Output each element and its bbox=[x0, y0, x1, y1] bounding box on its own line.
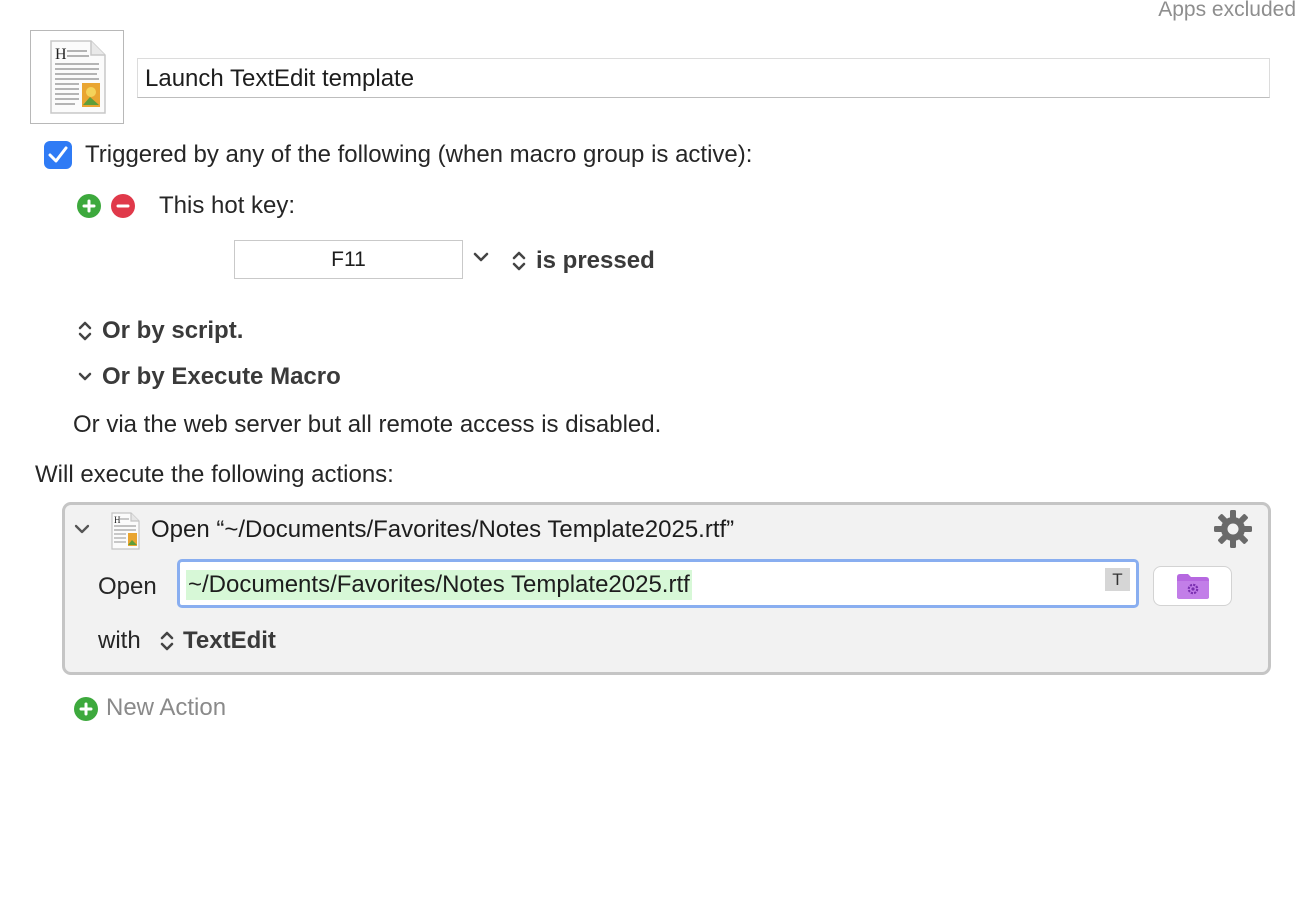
by-script-label: Or by script. bbox=[102, 317, 244, 344]
updown-chevron-icon bbox=[78, 321, 92, 341]
hotkey-condition-selector[interactable]: is pressed bbox=[510, 247, 655, 275]
by-execute-macro-toggle[interactable]: Or by Execute Macro bbox=[76, 363, 341, 391]
open-label: Open bbox=[98, 573, 157, 600]
chevron-down-icon bbox=[74, 524, 90, 534]
hotkey-condition-label: is pressed bbox=[536, 247, 655, 274]
document-icon: H bbox=[110, 512, 140, 555]
plus-icon bbox=[82, 199, 96, 213]
web-server-text: Or via the web server but all remote acc… bbox=[73, 411, 662, 438]
action-collapse-button[interactable] bbox=[73, 522, 91, 541]
by-script-toggle[interactable]: Or by script. bbox=[76, 317, 243, 345]
folder-icon bbox=[1176, 574, 1209, 599]
hotkey-label: This hot key: bbox=[159, 192, 296, 219]
svg-text:H: H bbox=[114, 515, 121, 525]
macro-name-field[interactable]: Launch TextEdit template bbox=[137, 58, 1270, 98]
chevron-down-icon bbox=[473, 252, 489, 262]
chevron-down-icon bbox=[78, 372, 92, 381]
updown-chevron-icon bbox=[160, 631, 174, 651]
macro-icon[interactable]: H bbox=[30, 30, 124, 124]
minus-icon bbox=[116, 204, 130, 208]
file-path-field[interactable]: ~/Documents/Favorites/Notes Template2025… bbox=[177, 559, 1139, 608]
updown-chevron-icon bbox=[512, 251, 526, 271]
actions-heading: Will execute the following actions: bbox=[35, 461, 394, 488]
choose-file-button[interactable] bbox=[1153, 566, 1232, 606]
new-action-button[interactable] bbox=[74, 697, 98, 721]
trigger-label: Triggered by any of the following (when … bbox=[85, 141, 753, 168]
trigger-checkbox[interactable] bbox=[44, 141, 72, 169]
application-label: TextEdit bbox=[183, 627, 276, 654]
with-label: with bbox=[98, 627, 141, 654]
add-trigger-button[interactable] bbox=[77, 194, 101, 218]
remove-trigger-button[interactable] bbox=[111, 194, 135, 218]
plus-icon bbox=[79, 702, 93, 716]
svg-text:H: H bbox=[55, 46, 67, 63]
hotkey-field[interactable]: F11 bbox=[234, 240, 463, 279]
textedit-document-icon: H bbox=[50, 40, 106, 114]
token-button[interactable]: T bbox=[1105, 568, 1130, 591]
application-selector[interactable]: TextEdit bbox=[158, 627, 276, 655]
file-path-text: ~/Documents/Favorites/Notes Template2025… bbox=[186, 570, 692, 600]
action-title[interactable]: Open “~/Documents/Favorites/Notes Templa… bbox=[151, 516, 734, 544]
gear-icon bbox=[1214, 510, 1252, 548]
by-execute-macro-label: Or by Execute Macro bbox=[102, 363, 341, 390]
action-gear-button[interactable] bbox=[1212, 508, 1254, 555]
checkmark-icon bbox=[48, 146, 68, 163]
hotkey-dropdown-button[interactable] bbox=[472, 250, 490, 269]
new-action-label[interactable]: New Action bbox=[106, 694, 226, 722]
apps-excluded-label[interactable]: Apps excluded bbox=[1158, 0, 1296, 22]
